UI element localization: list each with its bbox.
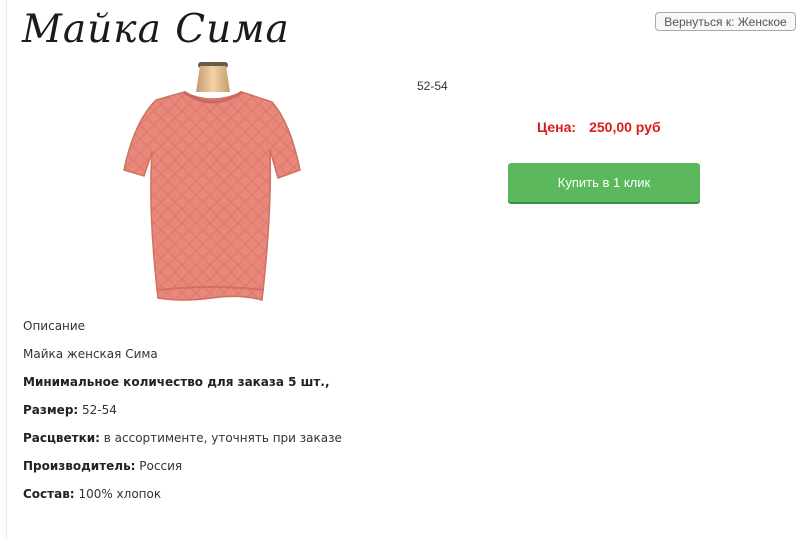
description-maker: Производитель: Россия xyxy=(23,456,623,484)
product-image[interactable] xyxy=(112,62,312,318)
knitted-shirt-icon xyxy=(123,62,301,301)
back-to-category-button[interactable]: Вернуться к: Женское xyxy=(655,12,796,31)
price-label: Цена: xyxy=(537,119,577,135)
product-description: Описание Майка женская Сима Минимальное … xyxy=(23,316,623,512)
description-min-order: Минимальное количество для заказа 5 шт., xyxy=(23,372,623,400)
min-order-text: Минимальное количество для заказа 5 шт., xyxy=(23,375,330,389)
composition-value: 100% хлопок xyxy=(78,487,162,501)
size-option: 52-54 xyxy=(417,79,448,93)
maker-value: Россия xyxy=(139,459,183,473)
page-left-border xyxy=(6,0,7,540)
size-label: Размер: xyxy=(23,403,79,417)
buy-one-click-button[interactable]: Купить в 1 клик xyxy=(508,163,700,202)
colors-label: Расцветки: xyxy=(23,431,100,445)
size-value: 52-54 xyxy=(82,403,117,417)
maker-label: Производитель: xyxy=(23,459,136,473)
page-title: Майка Сима xyxy=(22,7,290,52)
description-size: Размер: 52-54 xyxy=(23,400,623,428)
price-value: 250,00 руб xyxy=(589,119,661,135)
description-colors: Расцветки: в ассортименте, уточнять при … xyxy=(23,428,623,456)
colors-value: в ассортименте, уточнять при заказе xyxy=(103,431,342,445)
composition-label: Состав: xyxy=(23,487,75,501)
description-composition: Состав: 100% хлопок xyxy=(23,484,623,512)
price-row: Цена: 250,00 руб xyxy=(537,119,661,135)
description-product-name: Майка женская Сима xyxy=(23,347,158,361)
description-heading: Описание xyxy=(23,319,86,333)
